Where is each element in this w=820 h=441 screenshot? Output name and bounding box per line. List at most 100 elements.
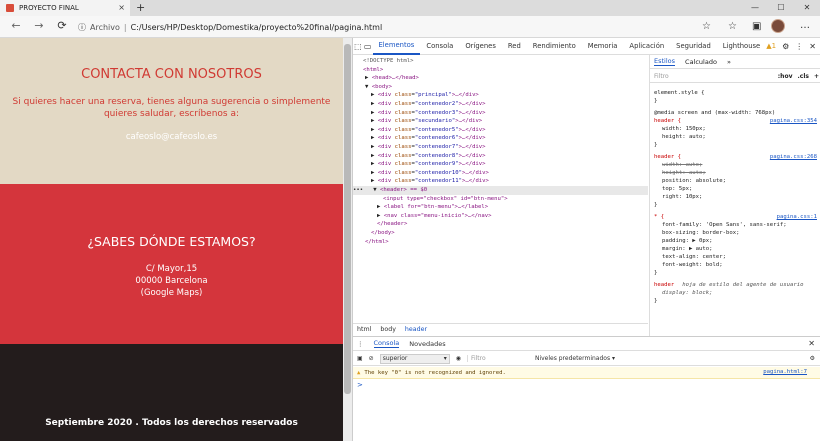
new-tab-button[interactable]: +: [136, 1, 145, 14]
tab-memory[interactable]: Memoria: [582, 38, 624, 55]
collections-icon[interactable]: ▣: [752, 21, 761, 32]
tree-label[interactable]: ▶ <label for="btn-menu">…</label>: [377, 203, 648, 212]
tree-div-node[interactable]: ▶ <div class="contenedor5">…</div>: [371, 126, 648, 135]
inspect-icon[interactable]: ⬚: [353, 42, 363, 51]
rule2-source-link[interactable]: pagina.css:268: [770, 153, 817, 161]
star-icon[interactable]: ☆: [702, 21, 711, 32]
device-toolbar-icon[interactable]: ▭: [363, 42, 373, 51]
tab-styles[interactable]: Estilos: [654, 57, 676, 66]
tree-div-node[interactable]: ▶ <div class="contenedor9">…</div>: [371, 160, 648, 169]
more-menu-icon[interactable]: …: [800, 20, 810, 31]
add-rule-button[interactable]: +: [814, 73, 819, 80]
rule2-overridden-prop[interactable]: width: auto;: [662, 161, 820, 169]
favorites-icon[interactable]: ☆: [728, 21, 737, 32]
contact-email-link[interactable]: cafeoslo@cafeoslo.es: [0, 132, 343, 142]
rule3-prop[interactable]: box-sizing: border-box;: [662, 229, 820, 237]
maximize-icon[interactable]: ☐: [768, 0, 794, 16]
rule3-prop[interactable]: font-weight: bold;: [662, 261, 820, 269]
drawer-close-icon[interactable]: ✕: [808, 339, 820, 348]
tree-body[interactable]: ▼ <body>: [365, 83, 648, 92]
tree-div-node[interactable]: ▶ <div class="contenedor7">…</div>: [371, 143, 648, 152]
tree-div-node[interactable]: ▶ <div class="contenedor3">…</div>: [371, 109, 648, 118]
rule3-selector[interactable]: * {pagina.css:1: [654, 213, 820, 221]
drawer-tab-console[interactable]: Consola: [373, 339, 400, 348]
tab-lighthouse[interactable]: Lighthouse: [717, 38, 766, 55]
tab-computed[interactable]: Calculado: [685, 58, 717, 66]
sidebar-toggle-icon[interactable]: ▣: [357, 355, 363, 362]
rule2-prop[interactable]: top: 5px;: [662, 185, 820, 193]
rule1-prop[interactable]: height: auto;: [662, 133, 820, 141]
rule2-selector[interactable]: header {pagina.css:268: [654, 153, 820, 161]
hov-button[interactable]: :hov: [778, 73, 793, 80]
tab-performance[interactable]: Rendimiento: [527, 38, 582, 55]
console-filter-input[interactable]: Filtro: [466, 355, 529, 362]
rule1-selector[interactable]: header {pagina.css:354: [654, 117, 820, 125]
tree-div-node[interactable]: ▶ <div class="contenedor2">…</div>: [371, 100, 648, 109]
tree-header-close[interactable]: </header>: [377, 220, 648, 229]
tree-input[interactable]: <input type="checkbox" id="btn-menu">: [383, 195, 648, 204]
rule3-prop[interactable]: margin: ▶ auto;: [662, 245, 820, 253]
tree-head[interactable]: ▶ <head>…</head>: [365, 74, 648, 83]
warning-counter[interactable]: ▲1: [766, 42, 776, 51]
eye-icon[interactable]: ◉: [456, 355, 461, 362]
minimize-icon[interactable]: —: [742, 0, 768, 16]
back-arrow-icon[interactable]: ←: [8, 19, 24, 32]
console-warning-source-link[interactable]: pagina.html:7: [763, 369, 807, 375]
devtools-close-icon[interactable]: ✕: [809, 42, 816, 51]
tree-div-node[interactable]: ▶ <div class="contenedor6">…</div>: [371, 134, 648, 143]
rule3-prop[interactable]: padding: ▶ 0px;: [662, 237, 820, 245]
tree-header-selected[interactable]: ••• ▼ <header> == $0: [353, 186, 648, 195]
tab-network[interactable]: Red: [502, 38, 527, 55]
browser-tab[interactable]: PROYECTO FINAL ×: [0, 0, 130, 16]
url-field[interactable]: ⓘ Archivo | C:/Users/HP/Desktop/Domestik…: [78, 19, 718, 35]
tree-div-node[interactable]: ▶ <div class="contenedor11">…</div>: [371, 177, 648, 186]
tab-security[interactable]: Seguridad: [670, 38, 717, 55]
rule2-prop[interactable]: position: absolute;: [662, 177, 820, 185]
breadcrumb-body[interactable]: body: [380, 326, 396, 333]
url-text[interactable]: C:/Users/HP/Desktop/Domestika/proyecto%2…: [131, 23, 383, 32]
rule2-overridden-prop[interactable]: height: auto;: [662, 169, 820, 177]
elements-tree[interactable]: <!DOCTYPE html> <html> ▶ <head>…</head> …: [353, 55, 648, 340]
cls-button[interactable]: .cls: [798, 73, 809, 80]
forward-arrow-icon[interactable]: →: [31, 19, 47, 32]
settings-icon[interactable]: ⚙: [782, 42, 789, 51]
tab-sources[interactable]: Orígenes: [459, 38, 502, 55]
tab-console[interactable]: Consola: [420, 38, 459, 55]
google-maps-link[interactable]: (Google Maps): [0, 288, 343, 298]
tree-nav[interactable]: ▶ <nav class="menu-inicio">…</nav>: [377, 212, 648, 221]
rule3-source-link[interactable]: pagina.css:1: [777, 213, 817, 221]
console-prompt[interactable]: >: [357, 381, 363, 389]
window-close-icon[interactable]: ✕: [794, 0, 820, 16]
avatar[interactable]: [771, 19, 785, 33]
tab-elements[interactable]: Elementos: [372, 38, 421, 55]
rule1-source-link[interactable]: pagina.css:354: [770, 117, 817, 125]
tree-html-close[interactable]: </html>: [365, 238, 648, 247]
element-style-rule[interactable]: element.style {: [654, 89, 820, 97]
scrollbar-thumb[interactable]: [344, 44, 351, 394]
breadcrumb-html[interactable]: html: [357, 326, 371, 333]
tree-div-node[interactable]: ▶ <div class="principal">…</div>: [371, 91, 648, 100]
breadcrumb-header[interactable]: header: [405, 326, 427, 333]
reload-icon[interactable]: ⟳: [54, 19, 70, 32]
tree-body-close[interactable]: </body>: [371, 229, 648, 238]
tree-div-node[interactable]: ▶ <div class="contenedor10">…</div>: [371, 169, 648, 178]
info-icon[interactable]: ⓘ: [78, 22, 86, 33]
drawer-menu-icon[interactable]: ⋮: [357, 340, 364, 348]
tab-more[interactable]: »: [727, 58, 731, 66]
tree-html[interactable]: <html>: [363, 66, 648, 75]
styles-filter[interactable]: Filtro :hov .cls +: [650, 70, 820, 83]
tree-div-node[interactable]: ▶ <div class="contenedor8">…</div>: [371, 152, 648, 161]
tree-div-node[interactable]: ▶ <div class="secundario">…</div>: [371, 117, 648, 126]
log-levels-select[interactable]: Niveles predeterminados ▾: [535, 355, 615, 362]
rule1-prop[interactable]: width: 150px;: [662, 125, 820, 133]
tree-doctype[interactable]: <!DOCTYPE html>: [363, 57, 648, 66]
console-settings-icon[interactable]: ⚙: [810, 355, 820, 362]
rule2-prop[interactable]: right: 10px;: [662, 193, 820, 201]
devtools-more-icon[interactable]: ⋮: [795, 42, 803, 51]
context-select[interactable]: superior ▾: [379, 353, 450, 364]
drawer-tab-news[interactable]: Novedades: [409, 340, 445, 348]
tab-application[interactable]: Aplicación: [623, 38, 670, 55]
rule3-prop[interactable]: font-family: 'Open Sans', sans-serif;: [662, 221, 820, 229]
clear-console-icon[interactable]: ⊘: [369, 355, 374, 362]
tab-close-icon[interactable]: ×: [118, 3, 125, 12]
